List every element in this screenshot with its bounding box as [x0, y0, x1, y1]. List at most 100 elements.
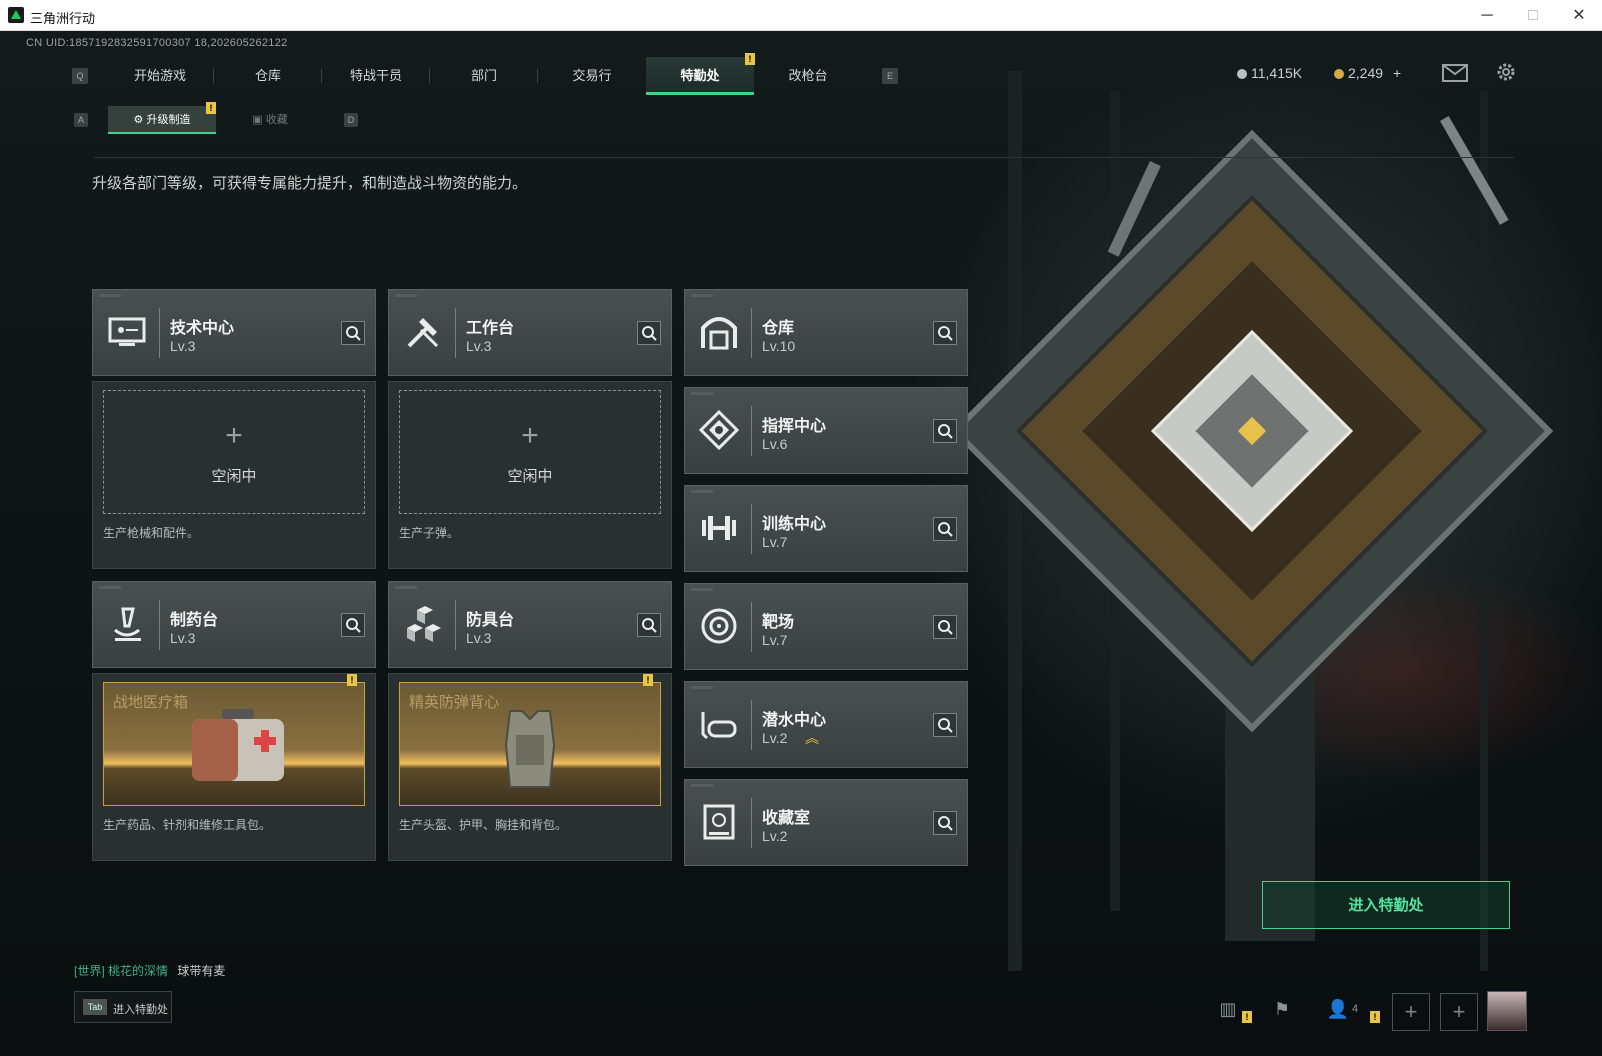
diving-mask-icon: [701, 712, 737, 740]
gold-add-button[interactable]: +: [1393, 65, 1401, 81]
department-card-training-center[interactable]: 训练中心 Lv.7: [684, 485, 968, 572]
subtab-collection[interactable]: ▣ 收藏: [220, 106, 320, 134]
department-card-armor-bench[interactable]: 防具台 Lv.3: [388, 581, 672, 668]
chat-text: 球带有麦: [177, 964, 226, 978]
department-level: Lv.3: [466, 630, 492, 646]
department-name: 防具台: [466, 612, 515, 629]
department-card-command-center[interactable]: 指挥中心 Lv.6: [684, 387, 968, 474]
enter-special-ops-button[interactable]: 进入特勤处: [1262, 881, 1510, 929]
department-level: Lv.10: [762, 338, 796, 354]
tab-warehouse[interactable]: 仓库: [214, 57, 322, 95]
department-level: Lv.3: [170, 338, 196, 354]
department-name: 工作台: [466, 320, 515, 337]
gold-currency: 2,249 +: [1334, 65, 1401, 81]
department-card-warehouse[interactable]: 仓库 Lv.10: [684, 289, 968, 376]
mail-icon[interactable]: [1442, 64, 1468, 82]
medkit-icon: [192, 709, 284, 781]
silver-coin-icon: [1237, 69, 1247, 79]
search-icon[interactable]: [341, 613, 365, 637]
search-icon[interactable]: [933, 811, 957, 835]
department-card-tech-center[interactable]: 技术中心 Lv.3: [92, 289, 376, 376]
production-description: 生产药品、针剂和维修工具包。: [103, 818, 272, 832]
uid-text: CN UID:1857192832591700307 18,2026052621…: [26, 37, 288, 49]
idle-slot[interactable]: + 空闲中: [399, 390, 661, 514]
app-logo-icon: [8, 7, 24, 23]
search-icon[interactable]: [933, 713, 957, 737]
tab-start-game[interactable]: 开始游戏: [106, 57, 214, 95]
add-icon: +: [521, 419, 539, 452]
search-icon[interactable]: [933, 419, 957, 443]
department-level: Lv.7: [762, 534, 788, 550]
department-card-diving-center[interactable]: 潜水中心 Lv.2 ︽: [684, 681, 968, 768]
minimize-button[interactable]: ─: [1464, 0, 1510, 31]
target-icon: [701, 608, 737, 644]
search-icon[interactable]: [933, 517, 957, 541]
stats-chart-icon[interactable]: ▥: [1210, 991, 1246, 1027]
idle-label: 空闲中: [507, 468, 553, 485]
tech-screen-icon: [108, 317, 146, 346]
gold-coin-icon: [1334, 69, 1344, 79]
department-name: 指挥中心: [762, 418, 827, 435]
special-ops-alert-badge: !: [745, 53, 755, 65]
tab-shortcut-label: 进入特勤处: [113, 1004, 168, 1016]
world-chat-message[interactable]: [世界] 桃花的深情 球带有麦: [74, 962, 225, 979]
nav-right-key-hint: E: [882, 68, 898, 84]
department-level: Lv.2: [762, 828, 788, 844]
idle-label: 空闲中: [211, 468, 257, 485]
collection-icon: [703, 804, 735, 840]
page-description: 升级各部门等级，可获得专属能力提升，和制造战斗物资的能力。: [92, 175, 528, 192]
production-slot-workbench: + 空闲中 生产子弹。: [388, 381, 672, 569]
tab-shortcut-hint[interactable]: Tab 进入特勤处: [74, 991, 172, 1023]
silver-currency: 11,415K: [1237, 65, 1302, 81]
tab-operators[interactable]: 特战干员: [322, 57, 430, 95]
department-card-collection-room[interactable]: 收藏室 Lv.2: [684, 779, 968, 866]
production-description: 生产头盔、护甲、胸挂和背包。: [399, 818, 568, 832]
subtab-upgrade-craft[interactable]: ⚙ 升级制造: [108, 106, 216, 134]
production-item-name: 精英防弹背心: [409, 694, 500, 711]
tab-trading[interactable]: 交易行: [538, 57, 646, 95]
chat-channel: [世界]: [74, 964, 105, 978]
search-icon[interactable]: [637, 321, 661, 345]
tab-department[interactable]: 部门: [430, 57, 538, 95]
maximize-button[interactable]: □: [1510, 0, 1556, 31]
department-card-shooting-range[interactable]: 靶场 Lv.7: [684, 583, 968, 670]
department-card-workbench[interactable]: 工作台 Lv.3: [388, 289, 672, 376]
add-teammate-slot[interactable]: +: [1440, 993, 1478, 1031]
active-production-medkit[interactable]: 战地医疗箱: [103, 682, 365, 806]
tab-gunsmith[interactable]: 改枪台: [754, 57, 862, 95]
player-avatar[interactable]: [1487, 991, 1527, 1031]
production-description: 生产子弹。: [399, 526, 460, 540]
search-icon[interactable]: [933, 321, 957, 345]
tab-special-ops[interactable]: 特勤处: [646, 57, 754, 95]
search-icon[interactable]: [933, 615, 957, 639]
add-teammate-slot[interactable]: +: [1392, 993, 1430, 1031]
production-slot-tech-center: + 空闲中 生产枪械和配件。: [92, 381, 376, 569]
department-name: 仓库: [762, 320, 795, 337]
subnav-right-key-hint: D: [344, 113, 358, 127]
vest-alert-badge: !: [643, 674, 653, 686]
cubes-icon: [407, 606, 441, 642]
production-slot-armor-bench: 精英防弹背心 ! 生产头盔、护甲、胸挂和背包。: [388, 673, 672, 861]
settings-gear-icon[interactable]: [1495, 61, 1517, 83]
department-name: 潜水中心: [762, 712, 827, 729]
flag-icon[interactable]: ⚑: [1264, 991, 1300, 1027]
nav-left-key-hint: Q: [72, 68, 88, 84]
search-icon[interactable]: [341, 321, 365, 345]
stats-alert-badge: !: [1242, 1011, 1252, 1023]
title-bar: 三角洲行动 ─ □ ✕: [0, 0, 1602, 31]
close-button[interactable]: ✕: [1556, 0, 1602, 31]
department-level: Lv.7: [762, 632, 788, 648]
friends-icon[interactable]: 👤: [1320, 991, 1356, 1027]
chat-user: 桃花的深情: [108, 964, 169, 978]
add-icon: +: [225, 419, 243, 452]
friends-alert-badge: !: [1370, 1011, 1380, 1023]
window-title: 三角洲行动: [30, 11, 96, 26]
idle-slot[interactable]: + 空闲中: [103, 390, 365, 514]
search-icon[interactable]: [637, 613, 661, 637]
active-production-vest[interactable]: 精英防弹背心: [399, 682, 661, 806]
department-card-pharmacy[interactable]: 制药台 Lv.3: [92, 581, 376, 668]
dumbbell-icon: [702, 516, 736, 540]
warehouse-icon: [701, 317, 737, 350]
game-viewport: CN UID:1857192832591700307 18,2026052621…: [0, 31, 1602, 1056]
friends-count: 4: [1352, 1003, 1359, 1015]
